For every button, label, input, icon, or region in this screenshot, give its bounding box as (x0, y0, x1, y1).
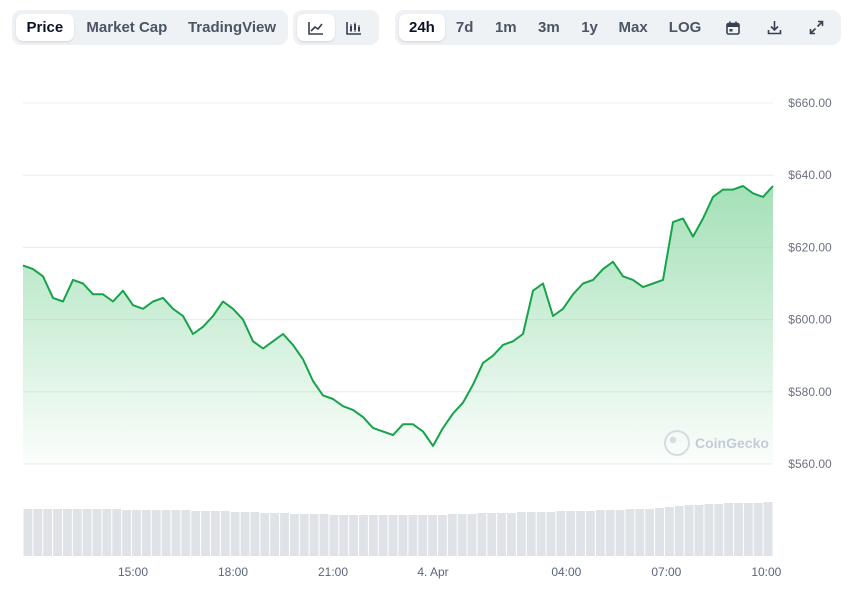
volume-bar (605, 510, 615, 556)
price-area (22, 185, 774, 464)
volume-bar (319, 514, 329, 556)
volume-bars (23, 502, 773, 556)
volume-bar (240, 512, 250, 556)
volume-bar (586, 511, 595, 556)
volume-bar (280, 513, 289, 556)
volume-bar (526, 512, 536, 556)
coingecko-logo-eye (669, 436, 677, 444)
volume-bar (556, 511, 566, 556)
volume-bar (102, 509, 112, 556)
price-chart[interactable]: CoinGecko $660.00 $640.00 $620.00 $600.00 $5… (0, 0, 850, 602)
volume-bar (309, 514, 319, 556)
volume-bar (191, 511, 201, 556)
volume-bar (220, 511, 230, 556)
y-tick-label: $560.00 (788, 457, 832, 471)
volume-bar (161, 510, 171, 556)
y-tick-label: $660.00 (788, 96, 832, 110)
volume-bar (329, 515, 339, 556)
volume-bar (753, 503, 763, 556)
volume-bar (536, 512, 546, 556)
volume-bar (82, 509, 92, 556)
volume-bar (388, 515, 398, 556)
volume-bar (141, 510, 151, 556)
x-tick-label: 18:00 (218, 565, 248, 579)
volume-bar (201, 511, 210, 556)
volume-bar (655, 508, 664, 556)
volume-bar (132, 510, 141, 556)
volume-bar (684, 505, 694, 556)
volume-bar (447, 514, 457, 556)
y-tick-label: $580.00 (788, 385, 832, 399)
volume-bar (724, 503, 734, 556)
volume-bar (289, 514, 299, 556)
volume-bar (428, 515, 437, 556)
x-tick-label: 07:00 (651, 565, 681, 579)
volume-bar (566, 511, 576, 556)
volume-bar (477, 513, 487, 556)
volume-bar (359, 515, 368, 556)
volume-bar (625, 509, 635, 556)
volume-bar (497, 513, 507, 556)
volume-bar (23, 509, 33, 556)
volume-bar (437, 515, 447, 556)
volume-bar (507, 513, 516, 556)
volume-bar (408, 515, 418, 556)
volume-bar (418, 515, 428, 556)
volume-bar (576, 511, 585, 556)
y-tick-label: $600.00 (788, 313, 832, 327)
volume-bar (250, 512, 260, 556)
volume-bar (33, 509, 43, 556)
x-tick-label: 10:00 (751, 565, 781, 579)
volume-bar (260, 513, 270, 556)
x-tick-label: 04:00 (551, 565, 581, 579)
volume-bar (270, 513, 280, 556)
volume-bar (339, 515, 349, 556)
volume-bar (378, 515, 388, 556)
volume-bar (299, 514, 309, 556)
x-tick-label: 21:00 (318, 565, 348, 579)
volume-bar (645, 509, 655, 556)
volume-bar (516, 512, 526, 556)
volume-bar (694, 505, 704, 556)
price-area-fill (23, 186, 773, 464)
volume-bar (171, 510, 181, 556)
volume-bar (615, 510, 625, 556)
volume-bar (62, 509, 72, 556)
volume-bar (704, 504, 714, 556)
y-tick-label: $620.00 (788, 240, 832, 254)
volume-bar (635, 509, 645, 556)
volume-bar (368, 515, 378, 556)
volume-bar (457, 514, 467, 556)
volume-bar (743, 503, 753, 556)
volume-bar (763, 502, 773, 556)
volume-bar (43, 509, 53, 556)
x-tick-label: 4. Apr (417, 565, 448, 579)
volume-bar (714, 504, 724, 556)
volume-bar (595, 510, 605, 556)
volume-bar (211, 511, 220, 556)
watermark-text: CoinGecko (695, 435, 769, 451)
volume-bar (467, 514, 477, 556)
volume-bar (546, 512, 556, 556)
volume-bar (734, 503, 743, 556)
volume-bar (53, 509, 62, 556)
volume-bar (230, 512, 240, 556)
volume-bar (664, 507, 674, 556)
x-tick-label: 15:00 (118, 565, 148, 579)
volume-bar (122, 510, 132, 556)
volume-bar (72, 509, 82, 556)
volume-bar (181, 510, 191, 556)
volume-bar (349, 515, 359, 556)
volume-bar (92, 509, 102, 556)
volume-bar (487, 513, 497, 556)
volume-bar (112, 509, 122, 556)
volume-bar (398, 515, 408, 556)
x-axis: 15:00 18:00 21:00 4. Apr 04:00 07:00 10:00 (118, 565, 782, 579)
y-tick-label: $640.00 (788, 168, 832, 182)
volume-bar (151, 510, 161, 556)
y-axis: $660.00 $640.00 $620.00 $600.00 $580.00 $560.… (788, 96, 832, 471)
volume-bar (674, 506, 684, 556)
